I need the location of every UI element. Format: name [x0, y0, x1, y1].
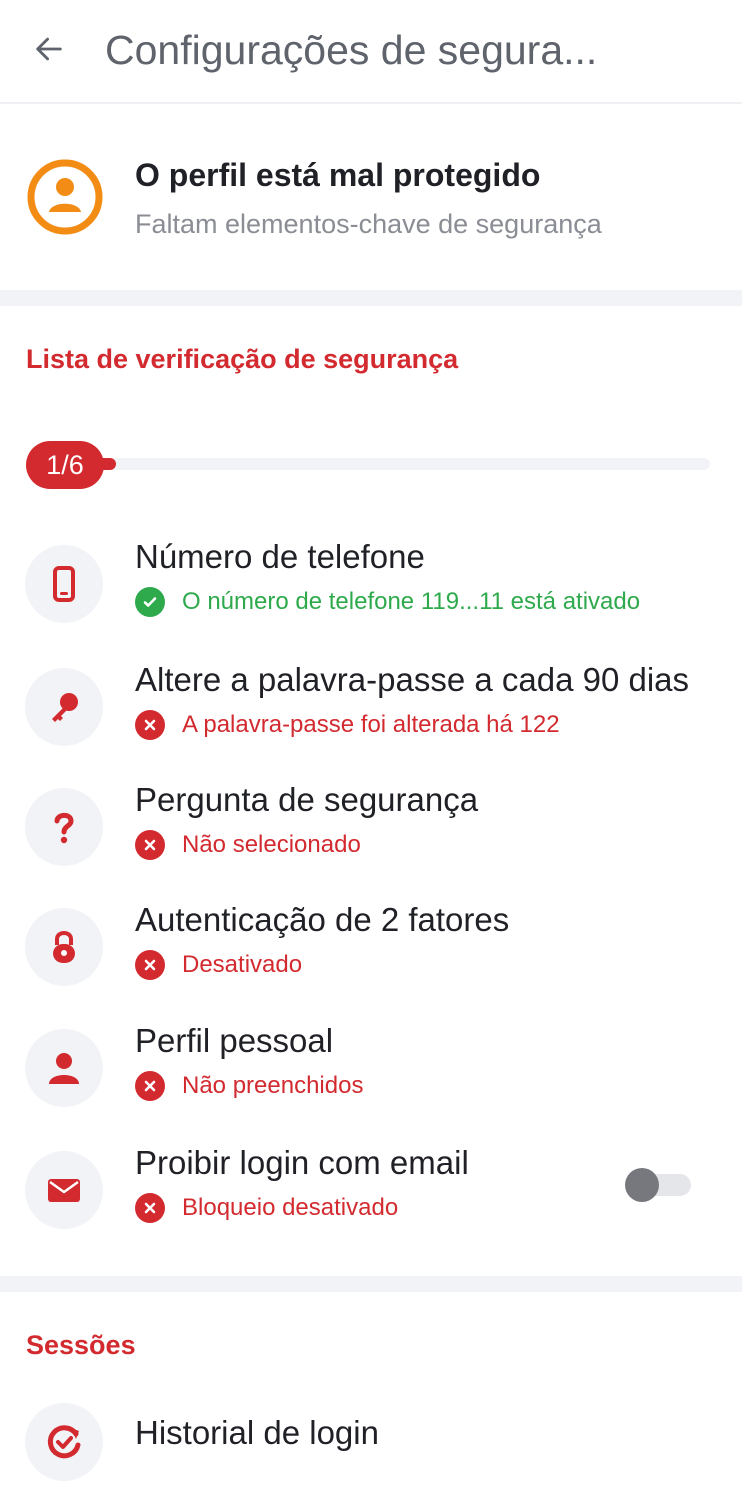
question-mark-icon [25, 788, 103, 866]
section-divider [0, 1276, 742, 1292]
lock-icon [25, 908, 103, 986]
checklist-item-status: Desativado [135, 950, 302, 980]
error-x-icon [135, 1193, 165, 1223]
email-login-toggle[interactable] [625, 1168, 691, 1202]
checklist-item-2fa[interactable]: Autenticação de 2 fatores Desativado [0, 900, 742, 1010]
checklist-item-title: Pergunta de segurança [135, 781, 479, 818]
checklist-title: Lista de verificação de segurança [26, 344, 459, 374]
arrow-left-icon [36, 37, 62, 61]
checklist-item-status: Não preenchidos [135, 1071, 363, 1101]
error-x-icon [135, 710, 165, 740]
status-text: Desativado [182, 951, 303, 978]
checklist-item-status: A palavra-passe foi alterada há 122 [135, 710, 560, 740]
status-text: Não selecionado [182, 831, 361, 858]
history-icon [25, 1403, 103, 1481]
sessions-title: Sessões [26, 1330, 136, 1360]
checklist-item-password[interactable]: Altere a palavra-passe a cada 90 dias A … [0, 660, 742, 770]
status-text: Bloqueio desativado [182, 1194, 399, 1221]
back-button[interactable] [26, 26, 72, 72]
checklist-item-title: Autenticação de 2 fatores [135, 901, 510, 938]
page-title: Configurações de segura... [105, 27, 598, 73]
phone-icon [25, 545, 103, 623]
progress-track [60, 458, 710, 470]
checklist-item-phone[interactable]: Número de telefone O número de telefone … [0, 537, 742, 647]
error-x-icon [135, 950, 165, 980]
status-text: Não preenchidos [182, 1072, 364, 1099]
status-text: O número de telefone 119...11 está ativa… [182, 588, 641, 615]
checklist-item-title: Número de telefone [135, 538, 425, 575]
error-x-icon [135, 830, 165, 860]
checklist-item-title: Proibir login com email [135, 1144, 469, 1181]
progress-label: 1/6 [26, 441, 104, 489]
checklist-item-status: Bloqueio desativado [135, 1193, 398, 1223]
checklist-item-title: Perfil pessoal [135, 1022, 334, 1059]
profile-status-title: O perfil está mal protegido [135, 157, 541, 193]
error-x-icon [135, 1071, 165, 1101]
checklist-item-status: O número de telefone 119...11 está ativa… [135, 587, 640, 617]
section-divider [0, 290, 742, 306]
envelope-icon [25, 1151, 103, 1229]
login-history-item[interactable]: Historial de login [0, 1395, 742, 1500]
user-circle-icon [25, 157, 105, 237]
login-history-title: Historial de login [135, 1414, 379, 1451]
toggle-knob [625, 1168, 659, 1202]
profile-status-subtitle: Faltam elementos-chave de segurança [135, 209, 602, 239]
key-icon [25, 668, 103, 746]
checklist-item-personal-profile[interactable]: Perfil pessoal Não preenchidos [0, 1021, 742, 1131]
check-icon [135, 587, 165, 617]
app-header: Configurações de segura... [0, 0, 742, 104]
person-icon [25, 1029, 103, 1107]
checklist-item-title: Altere a palavra-passe a cada 90 dias [135, 661, 690, 698]
status-text: A palavra-passe foi alterada há 122 [182, 711, 560, 738]
checklist-item-security-question[interactable]: Pergunta de segurança Não selecionado [0, 780, 742, 890]
checklist-item-status: Não selecionado [135, 830, 361, 860]
